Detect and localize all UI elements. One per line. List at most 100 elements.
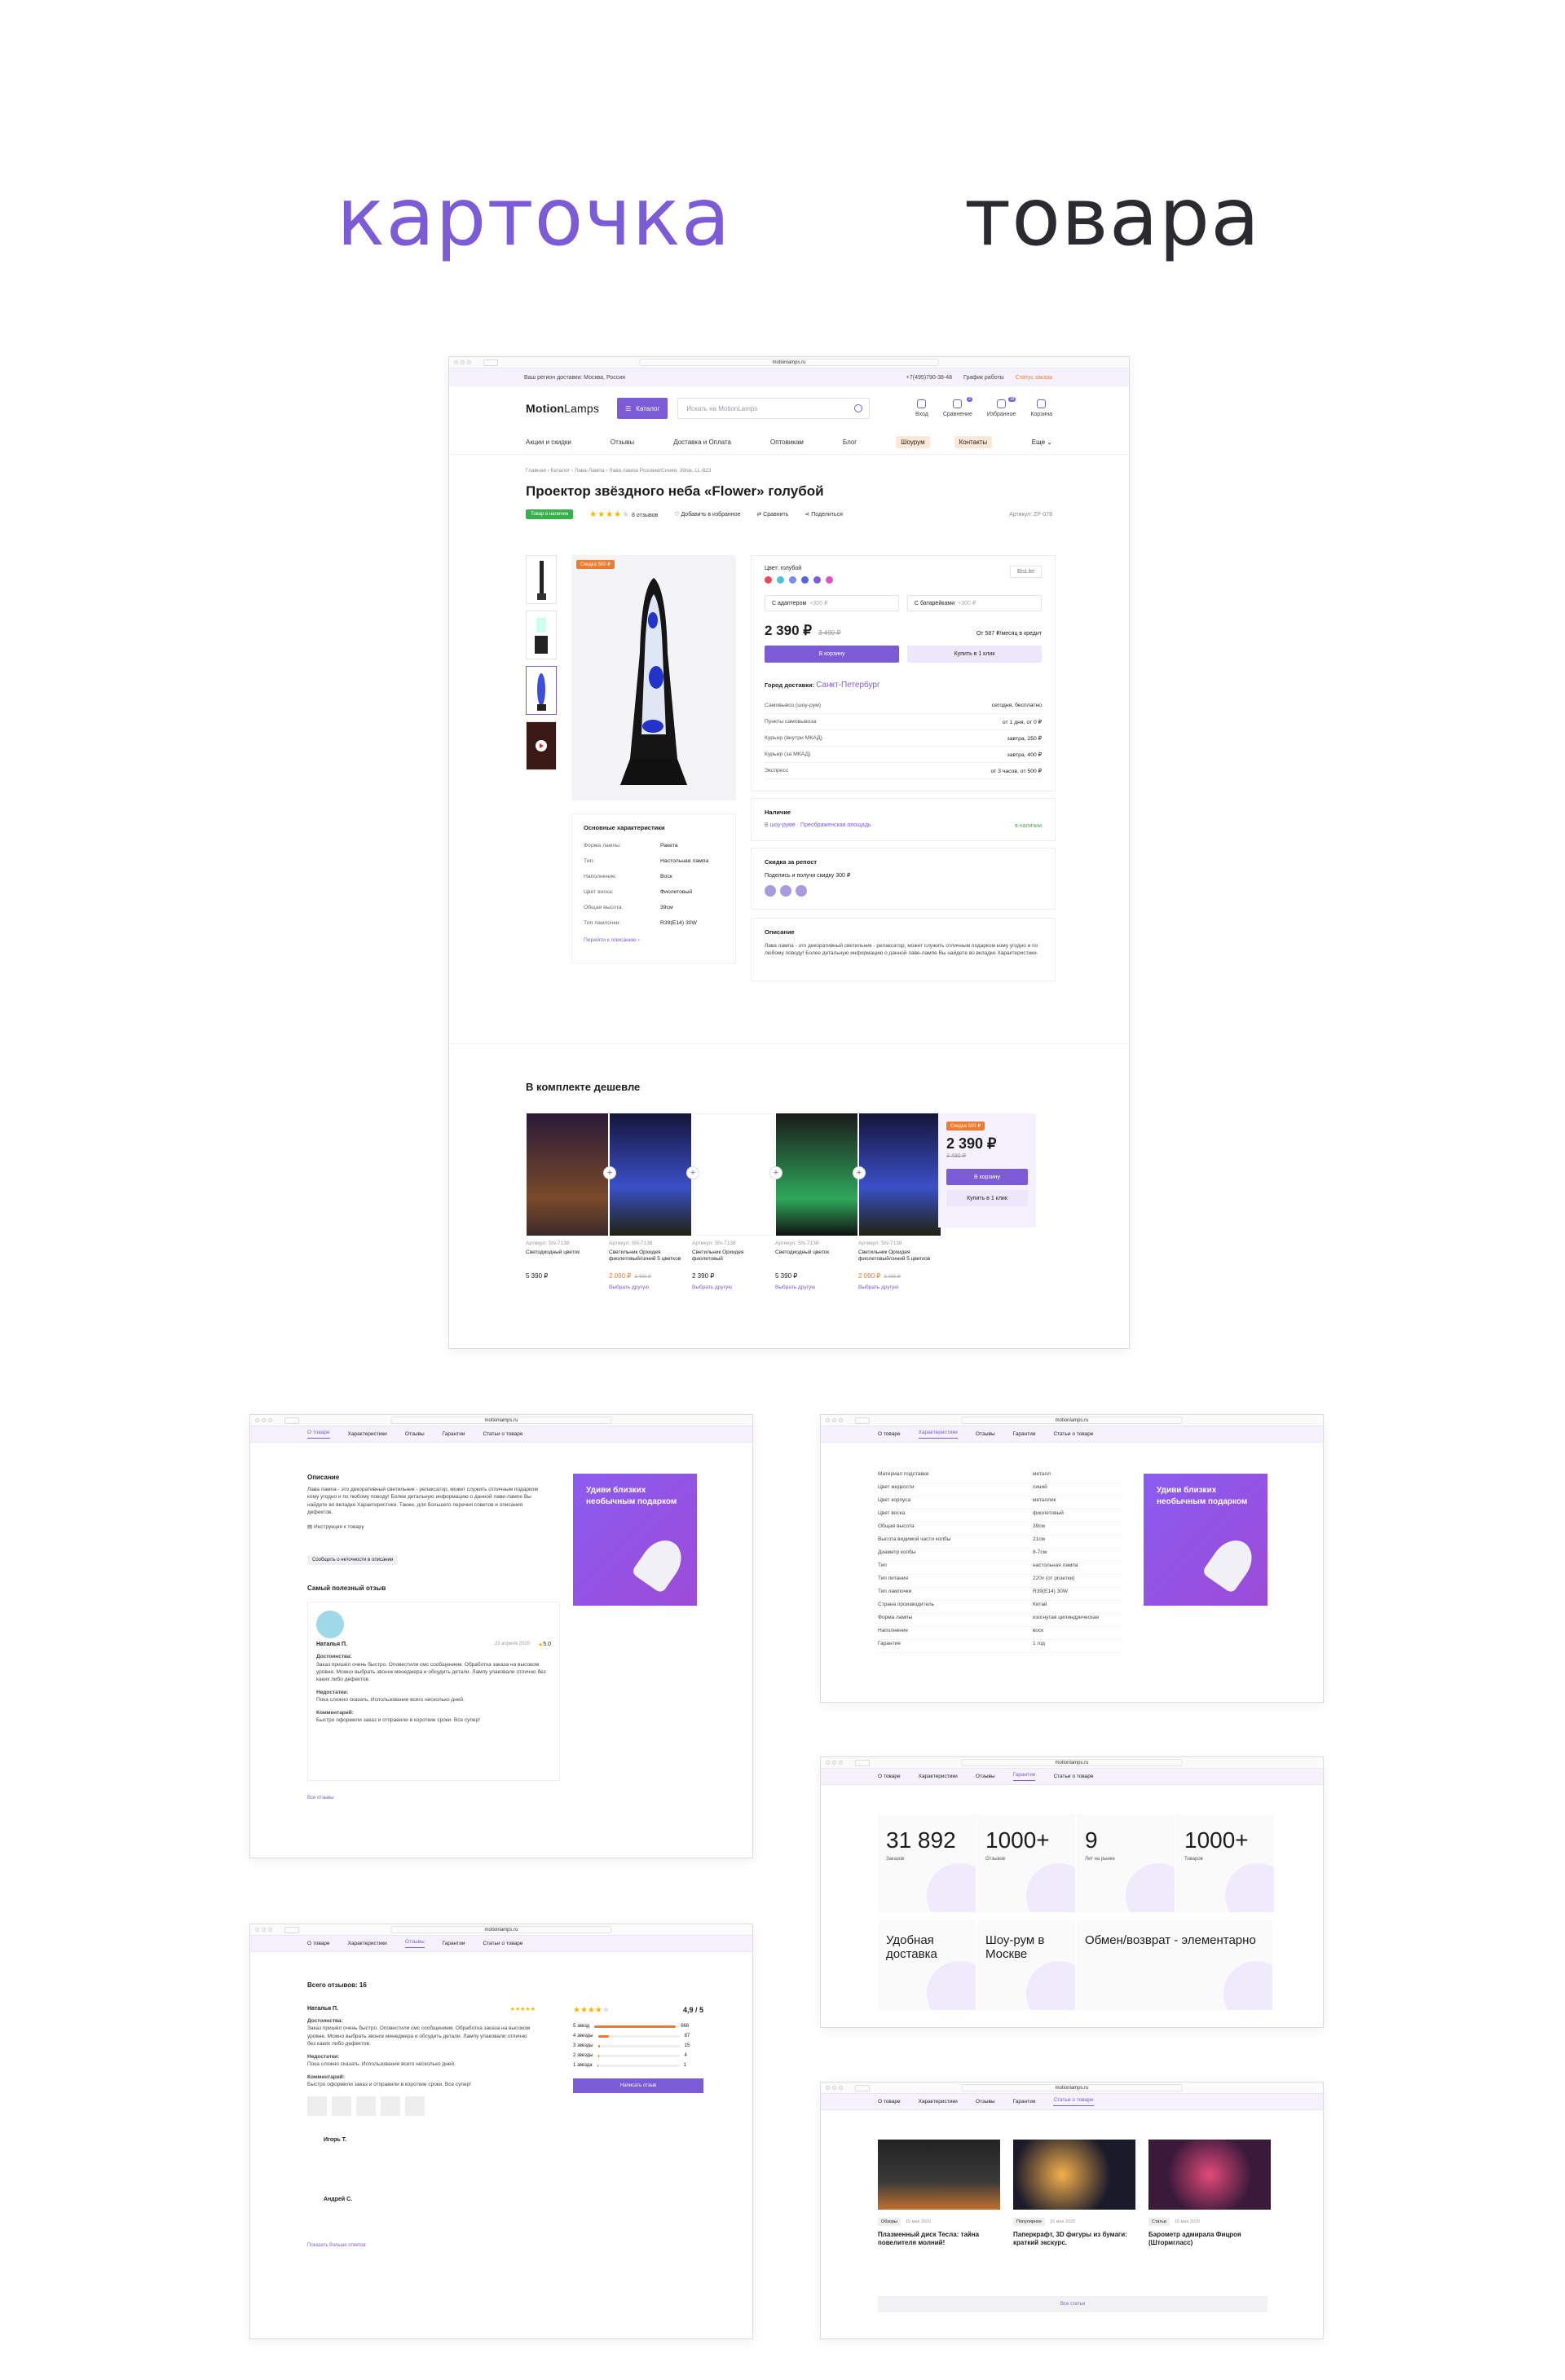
one-click-button[interactable]: Купить в 1 клик <box>907 646 1042 663</box>
main-product-image[interactable]: Скидка 500 ₽ <box>571 555 736 800</box>
tab-3[interactable]: Гарантии <box>1013 2099 1036 2105</box>
region-selector[interactable]: Ваш регион доставки: Москва, Россия <box>524 375 625 381</box>
article-card[interactable]: Популярное 15 мая 2020 Паперкрафт, 3D фигу… <box>1013 2140 1135 2248</box>
tab-0[interactable]: О товаре <box>878 2099 901 2105</box>
review-photo[interactable] <box>381 2096 400 2117</box>
color-swatch[interactable] <box>801 576 809 584</box>
phone-link[interactable]: +7(495)790-38-48 <box>906 375 952 381</box>
catalog-button[interactable]: ☰ Каталог <box>617 398 668 419</box>
nav-item[interactable]: Доставка и Оплата <box>673 439 731 446</box>
tab-1[interactable]: Характеристики <box>348 1941 387 1946</box>
bundle-item-name[interactable]: Светильник Орхидея фиолетовый/синий 5 цв… <box>858 1250 941 1269</box>
bundle-item-name[interactable]: Светильник Орхидея фиолетовый/синий 5 цв… <box>609 1250 692 1269</box>
article-title[interactable]: Паперкрафт, 3D фигуры из бумаги: краткий… <box>1013 2231 1135 2248</box>
vk-icon[interactable] <box>765 885 776 897</box>
thumbnail-selected[interactable] <box>526 666 557 715</box>
header-icon-Избранное[interactable]: 18 Избранное <box>987 397 1016 417</box>
choose-another-link[interactable]: Выбрать другую <box>858 1285 941 1290</box>
article-title[interactable]: Барометр адмирала Фицроя (Штормгласс) <box>1148 2231 1271 2248</box>
address-bar[interactable]: motionlamps.ru <box>390 1417 612 1424</box>
facebook-icon[interactable] <box>780 885 791 897</box>
tab-1[interactable]: Характеристики <box>918 1430 958 1439</box>
tab-3[interactable]: Гарантии <box>1013 1431 1036 1437</box>
tab-1[interactable]: Характеристики <box>348 1431 387 1437</box>
logo[interactable]: MotionLamps <box>526 402 599 415</box>
article-title[interactable]: Плазменный диск Тесла: тайна повелителя … <box>878 2231 1000 2248</box>
compare-button[interactable]: ⇄ Сравнить <box>756 511 788 518</box>
report-inaccuracy-button[interactable]: Сообщить о неточности в описании <box>307 1555 399 1566</box>
address-bar[interactable]: motionlamps.ru <box>961 1417 1183 1424</box>
review-photo[interactable] <box>307 2096 327 2117</box>
bundle-item-image[interactable] <box>776 1113 857 1236</box>
add-favorite-button[interactable]: ♡ Добавить в избранное <box>674 511 740 518</box>
tab-0[interactable]: О товаре <box>878 1431 901 1437</box>
color-swatch[interactable] <box>789 576 796 584</box>
tab-4[interactable]: Статьи о товаре <box>483 1941 522 1946</box>
video-thumbnail[interactable] <box>526 721 557 770</box>
order-status-link[interactable]: Статус заказа <box>1016 375 1052 381</box>
write-review-button[interactable]: Написать отзыв <box>573 2078 703 2093</box>
article-image[interactable] <box>1148 2140 1271 2210</box>
color-swatch[interactable] <box>765 576 772 584</box>
tab-3[interactable]: Гарантии <box>443 1431 465 1437</box>
nav-pill[interactable]: Контакты <box>954 436 993 448</box>
bundle-item-name[interactable]: Светильник Орхидея фиолетовый <box>692 1250 775 1269</box>
reviews-count[interactable]: 8 отзывов <box>632 513 658 518</box>
schedule-link[interactable]: График работы <box>963 375 1004 381</box>
tab-1[interactable]: Характеристики <box>919 2099 958 2105</box>
tab-0[interactable]: О товаре <box>307 1430 330 1439</box>
article-image[interactable] <box>1013 2140 1135 2210</box>
review-photo[interactable] <box>356 2096 376 2117</box>
show-more-replies-link[interactable]: Показать больше ответов <box>307 2243 536 2248</box>
color-swatch[interactable] <box>826 576 833 584</box>
nav-item[interactable]: Оптовикам <box>770 439 804 446</box>
bundle-cart-button[interactable]: В корзину <box>946 1169 1028 1185</box>
choose-another-link[interactable]: Выбрать другую <box>775 1285 858 1290</box>
tab-3[interactable]: Гарантии <box>1012 1772 1036 1781</box>
showroom-address[interactable]: В шоу-руме · Преображенская площадь <box>765 822 1042 828</box>
bundle-item-image[interactable] <box>693 1113 774 1236</box>
thumbnail[interactable] <box>526 555 557 604</box>
tab-2[interactable]: Отзывы <box>405 1431 425 1437</box>
header-icon-Корзина[interactable]: Корзина <box>1030 399 1052 417</box>
tab-4[interactable]: Статьи о товаре <box>483 1431 522 1437</box>
tab-4[interactable]: Статьи о товаре <box>1053 2097 1094 2106</box>
search-input[interactable]: Искать на MotionLamps <box>677 398 871 419</box>
tab-3[interactable]: Гарантии <box>443 1941 465 1946</box>
nav-item[interactable]: Акции и скидки <box>526 439 571 446</box>
header-icon-Сравнение[interactable]: 2 Сравнение <box>943 397 972 417</box>
nav-item[interactable]: Блог <box>843 439 857 446</box>
tab-2[interactable]: Отзывы <box>976 1431 995 1437</box>
tab-0[interactable]: О товаре <box>307 1941 330 1946</box>
article-image[interactable] <box>878 2140 1000 2210</box>
address-bar[interactable]: motionlamps.ru <box>639 359 939 366</box>
nav-pill[interactable]: Шоурум <box>896 436 930 448</box>
tab-4[interactable]: Статьи о товаре <box>1053 1774 1093 1779</box>
nav-item[interactable]: Отзывы <box>611 439 634 446</box>
add-to-cart-button[interactable]: В корзину <box>765 646 899 663</box>
tab-1[interactable]: Характеристики <box>919 1774 958 1779</box>
choose-another-link[interactable]: Выбрать другую <box>692 1285 775 1290</box>
instruction-link[interactable]: ▤ Инструкция к товару <box>307 1523 544 1531</box>
bundle-item-image[interactable] <box>610 1113 691 1236</box>
address-bar[interactable]: motionlamps.ru <box>390 1926 612 1933</box>
credit-link[interactable]: От 587 ₽/месяц в кредит <box>976 630 1042 637</box>
option-adapter-select[interactable]: С адаптером +300 ₽ <box>765 595 899 611</box>
article-card[interactable]: Обзоры 15 мая 2020 Плазменный диск Тесла: … <box>878 2140 1000 2248</box>
tab-2[interactable]: Отзывы <box>976 2099 995 2105</box>
bundle-item-image[interactable] <box>527 1113 608 1236</box>
share-button[interactable]: ⋖ Поделиться <box>805 511 842 518</box>
all-reviews-link[interactable]: Все отзывы <box>307 1796 544 1800</box>
thumbnail[interactable] <box>526 610 557 659</box>
tab-2[interactable]: Отзывы <box>976 1774 995 1779</box>
header-icon-Вход[interactable]: Вход <box>915 399 928 417</box>
option-battery-select[interactable]: С батарейками +300 ₽ <box>907 595 1042 611</box>
all-articles-button[interactable]: Все статьи <box>878 2296 1267 2312</box>
tab-2[interactable]: Отзывы <box>404 1939 425 1948</box>
tab-4[interactable]: Статьи о товаре <box>1053 1431 1093 1437</box>
review-photo[interactable] <box>332 2096 351 2117</box>
bundle-item-name[interactable]: Светодиодный цветок <box>775 1250 858 1269</box>
bundle-item-name[interactable]: Светодиодный цветок <box>526 1250 609 1269</box>
bundle-one-click-button[interactable]: Купить в 1 клик <box>946 1190 1028 1206</box>
instagram-icon[interactable] <box>796 885 807 897</box>
